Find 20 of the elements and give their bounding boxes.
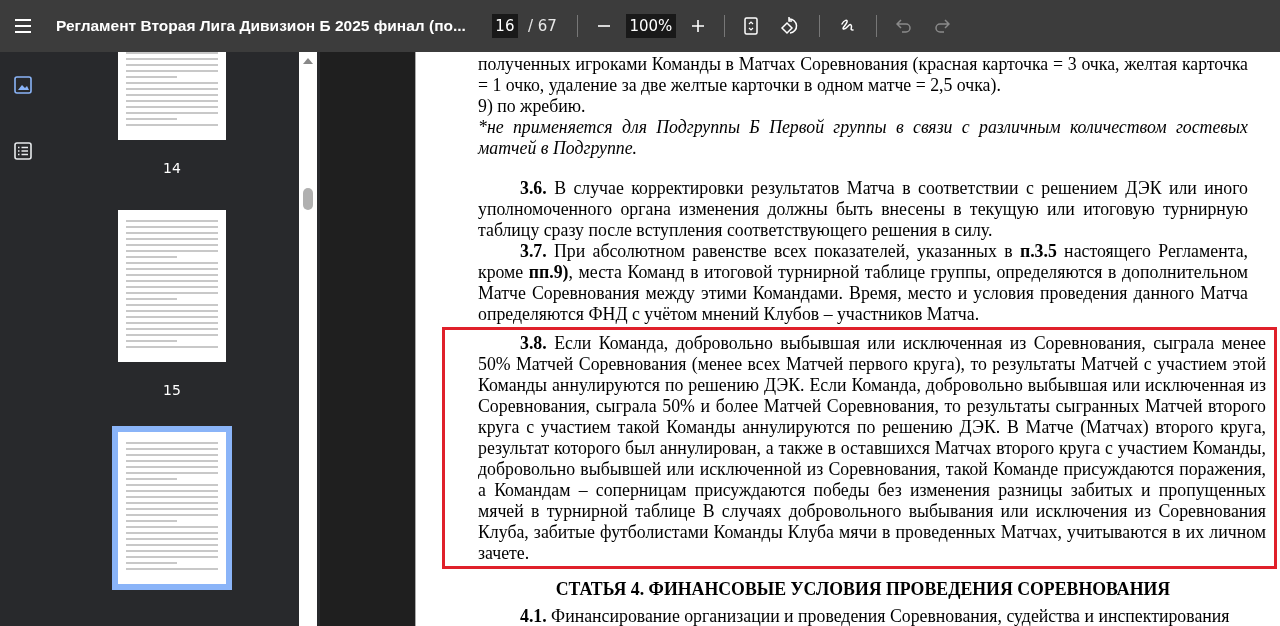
scrollbar-thumb[interactable] <box>303 188 313 210</box>
page-number-label: 15 <box>163 382 181 398</box>
section-heading: СТАТЬЯ 4. ФИНАНСОВЫЕ УСЛОВИЯ ПРОВЕДЕНИЯ СОРЕВНОВАНИЯ <box>554 579 1172 600</box>
page-count: / 67 <box>527 17 557 35</box>
zoom-field[interactable]: 100% <box>625 14 676 38</box>
paragraph: полученных игроками Команды в Матчах Соревнования (красная карточка = 3 очка, желтая карточка = 1 очко, удаление за две желтые карточки в одном матче = 2,5 очка). <box>478 54 1248 96</box>
paragraph: 4.1. Финансирование организации и проведения Соревнования, судейства и инспектирования <box>519 606 1231 626</box>
thumbnails-icon[interactable] <box>11 74 34 96</box>
paragraph: 3.8. Если Команда, добровольно выбывшая или исключенная из Соревнования, сыграла менее 50% Матчей Соревнования (менее всех Матчей первого круга), то результаты Матчей с участием этой Команды аннулируются по решению ДЭК. Если Команда, добровольно выбывшая или исключенная из Соревнования, сыграла 50% и более Матчей Соревнования, то результаты сыгранных Матчей второго круга с участием такой Команды аннулируются по решению ДЭК. В Матче (Матчах) второго круга, результат которого был аннулирован, а также в оставшихся Матчах второго круга с участием Команды, добровольно выбывшей или исключенной из Соревнования, такой Команде присуждаются поражения, а Командам – соперницам присуждаются победы без изменения разницы забитых и пропущенных мячей в турнирной таблице В случаях добровольного выбывания или исключения из Соревнования Клуба, забитые футболистами Команды Клуба мячи в проведенных Матчах, учитываются в их личном зачете. <box>478 333 1266 564</box>
paragraph: *не применяется для Подгруппы Б Первой группы в связи с различным количеством гостевых матчей в Подгруппе. <box>478 117 1248 159</box>
page-thumbnail[interactable] <box>112 426 232 590</box>
page-number-label: 14 <box>163 160 181 176</box>
paragraph: 9) по жребию. <box>478 96 587 117</box>
scroll-up-icon[interactable] <box>303 58 313 64</box>
paragraph: 3.6. В случае корректировки результатов Матча в соответствии с решением ДЭК или иного уполномоченного органа изменения должны быть внесены в текущую или итоговую турнирную таблицу сразу после вступления соответствующего решения в силу. <box>478 178 1248 241</box>
document-title: Регламент Вторая Лига Дивизион Б 2025 финал (по... <box>56 17 466 35</box>
outline-icon[interactable] <box>11 140 34 162</box>
page-number-field[interactable]: 16 <box>491 14 518 38</box>
scrollbar[interactable] <box>299 52 317 626</box>
paragraph: 3.7. При абсолютном равенстве всех показателей, указанных в п.3.5 настоящего Регламента, кроме пп.9), места Команд в итоговой турнирной таблице группы, определяются в дополнительном Матче Соревнования между этими Командами. Время, место и условия проведения данного Матча определяются ФНД с учётом мнений Клубов – участников Матча. <box>478 241 1248 325</box>
